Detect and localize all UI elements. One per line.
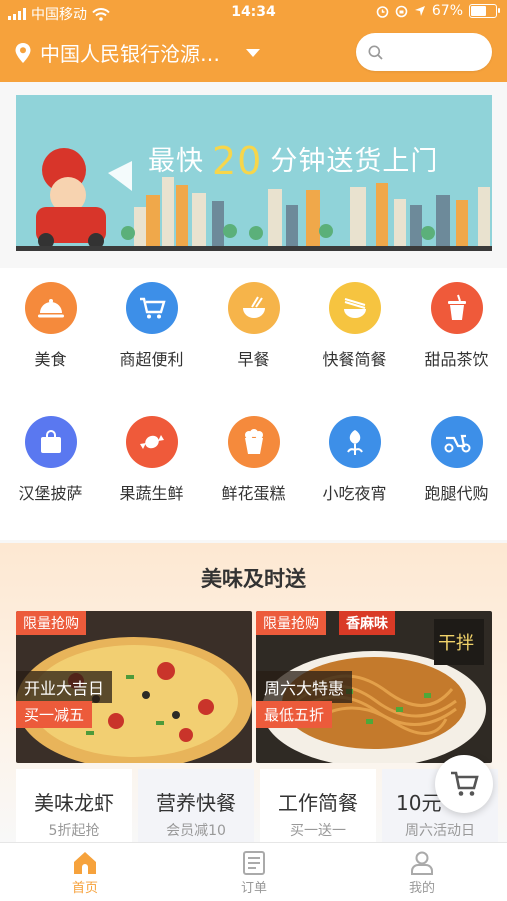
battery-icon bbox=[469, 4, 500, 18]
tab-label: 订单 bbox=[240, 881, 267, 896]
battery-level-fill bbox=[471, 6, 486, 16]
home-icon bbox=[74, 852, 96, 874]
tab-label: 首页 bbox=[71, 881, 98, 896]
rotation-lock-icon bbox=[395, 5, 408, 17]
promo-section: 美味及时送 限量抢购 开业大吉日 买一减五 干拌 限量抢购 香麻味 周六大特惠 … bbox=[0, 543, 507, 849]
deal-subtitle: 周六活动日 bbox=[405, 823, 475, 839]
promo-banner[interactable]: 最快 20 分钟送货上门 bbox=[16, 95, 492, 251]
section-title: 美味及时送 bbox=[201, 567, 306, 591]
promo-card-noodles[interactable]: 干拌 限量抢购 香麻味 周六大特惠 最低五折 bbox=[256, 611, 492, 763]
shopping-cart-icon bbox=[125, 282, 178, 334]
category-label: 甜品茶饮 bbox=[424, 350, 489, 369]
tab-profile[interactable]: 我的 bbox=[382, 849, 462, 896]
deal-tile[interactable]: 工作简餐 买一送一 bbox=[260, 769, 376, 849]
category-label: 果蔬生鲜 bbox=[119, 484, 184, 503]
category-produce[interactable]: 果蔬生鲜 bbox=[101, 416, 202, 504]
category-burger-pizza[interactable]: 汉堡披萨 bbox=[0, 416, 101, 504]
promo-headline: 开业大吉日 bbox=[16, 671, 113, 703]
flower-icon bbox=[328, 416, 381, 468]
category-meishi[interactable]: 美食 bbox=[0, 282, 101, 370]
location-arrow-icon bbox=[414, 6, 425, 16]
rice-bowl-icon bbox=[328, 282, 381, 334]
location-text: 中国人民银行沧源… bbox=[40, 42, 220, 66]
shopping-bag-icon bbox=[24, 416, 77, 468]
map-pin-icon bbox=[15, 42, 31, 63]
deal-subtitle: 买一送一 bbox=[290, 823, 346, 839]
deal-tiles: 美味龙虾 5折起抢 营养快餐 会员减10 工作简餐 买一送一 10元 周六活动日 bbox=[16, 769, 507, 849]
popcorn-icon bbox=[227, 416, 280, 468]
tab-orders[interactable]: 订单 bbox=[214, 849, 294, 896]
category-errands[interactable]: 跑腿代购 bbox=[406, 416, 507, 504]
flavor-tag: 香麻味 bbox=[339, 611, 395, 635]
deal-title: 美味龙虾 bbox=[34, 791, 114, 815]
battery-percent: 67% bbox=[431, 3, 463, 19]
category-label: 跑腿代购 bbox=[424, 484, 489, 503]
category-label: 快餐简餐 bbox=[322, 350, 387, 369]
flash-sale-tag: 限量抢购 bbox=[256, 611, 326, 635]
order-list-icon bbox=[243, 851, 265, 875]
svg-text:干拌: 干拌 bbox=[438, 633, 474, 654]
category-label: 汉堡披萨 bbox=[18, 484, 83, 503]
candy-icon bbox=[125, 416, 178, 468]
category-night-snack[interactable]: 小吃夜宵 bbox=[304, 416, 405, 504]
category-flower-cake[interactable]: 鲜花蛋糕 bbox=[203, 416, 304, 504]
search-icon bbox=[368, 45, 383, 60]
chevron-down-icon bbox=[246, 48, 260, 57]
category-label: 商超便利 bbox=[119, 350, 184, 369]
alarm-icon bbox=[376, 5, 389, 18]
promo-card-pizza[interactable]: 限量抢购 开业大吉日 买一减五 bbox=[16, 611, 252, 763]
promo-headline: 周六大特惠 bbox=[256, 671, 353, 703]
app-header: 中国移动 14:34 67% 中国人民银行沧源… bbox=[0, 0, 507, 82]
tab-label: 我的 bbox=[408, 881, 435, 896]
scooter-icon bbox=[430, 416, 483, 468]
flash-sale-tag: 限量抢购 bbox=[16, 611, 86, 635]
user-icon bbox=[411, 851, 433, 875]
category-dessert-drinks[interactable]: 甜品茶饮 bbox=[406, 282, 507, 370]
category-breakfast[interactable]: 早餐 bbox=[203, 282, 304, 370]
deal-tile[interactable]: 美味龙虾 5折起抢 bbox=[16, 769, 132, 849]
deal-title: 工作简餐 bbox=[278, 791, 358, 815]
category-label: 美食 bbox=[34, 350, 67, 369]
drink-cup-icon bbox=[430, 282, 483, 334]
category-label: 早餐 bbox=[237, 350, 270, 369]
category-convenience[interactable]: 商超便利 bbox=[101, 282, 202, 370]
shopping-cart-icon bbox=[451, 771, 479, 796]
banner-slogan: 最快 20 分钟送货上门 bbox=[148, 139, 439, 183]
promo-offer: 买一减五 bbox=[16, 701, 93, 728]
banner-road bbox=[16, 246, 492, 251]
deal-title: 营养快餐 bbox=[156, 791, 236, 815]
floating-cart-button[interactable] bbox=[435, 755, 493, 813]
category-label: 鲜花蛋糕 bbox=[221, 484, 286, 503]
search-bar[interactable] bbox=[356, 33, 492, 71]
cloche-icon bbox=[24, 282, 77, 334]
deal-subtitle: 会员减10 bbox=[166, 823, 226, 839]
category-grid: 美食 商超便利 早餐 快餐简餐 甜品茶饮 汉堡披萨 果蔬生鲜 鲜花蛋糕 小吃夜宵… bbox=[0, 268, 507, 540]
tab-home[interactable]: 首页 bbox=[45, 849, 125, 896]
category-fastfood[interactable]: 快餐简餐 bbox=[304, 282, 405, 370]
bottom-tab-bar: 首页 订单 我的 bbox=[0, 842, 507, 901]
search-input[interactable] bbox=[390, 41, 484, 59]
status-bar: 中国移动 14:34 67% bbox=[0, 0, 507, 26]
noodle-bowl-icon bbox=[227, 282, 280, 334]
location-selector[interactable]: 中国人民银行沧源… bbox=[14, 38, 260, 67]
category-label: 小吃夜宵 bbox=[322, 484, 387, 503]
promo-offer: 最低五折 bbox=[256, 701, 333, 728]
deal-subtitle: 5折起抢 bbox=[48, 823, 100, 839]
deal-tile[interactable]: 营养快餐会员减10 bbox=[138, 769, 254, 849]
